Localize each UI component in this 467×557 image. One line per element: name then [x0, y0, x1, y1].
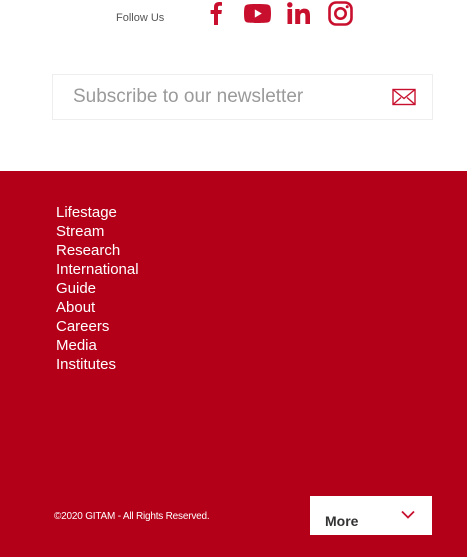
newsletter-email-input[interactable]: [73, 75, 373, 119]
footer-link-institutes[interactable]: Institutes: [56, 355, 139, 374]
footer-link-stream[interactable]: Stream: [56, 222, 139, 241]
more-dropdown-button[interactable]: More: [310, 496, 432, 535]
follow-us-label: Follow Us: [116, 12, 165, 24]
newsletter-submit-button[interactable]: [392, 88, 416, 106]
linkedin-link[interactable]: [286, 0, 312, 26]
newsletter-form: [52, 74, 433, 120]
footer-link-media[interactable]: Media: [56, 336, 139, 355]
youtube-icon: [243, 3, 271, 23]
envelope-icon: [392, 88, 416, 106]
copyright-text: ©2020 GITAM - All Rights Reserved.: [54, 511, 210, 522]
footer-nav: Lifestage Stream Research International …: [56, 203, 139, 374]
footer-link-international[interactable]: International: [56, 260, 139, 279]
facebook-icon: [210, 2, 222, 25]
page: Follow Us Subscribe to our newsletter Li…: [0, 0, 467, 557]
footer-link-careers[interactable]: Careers: [56, 317, 139, 336]
youtube-link[interactable]: [243, 0, 271, 26]
footer-link-about[interactable]: About: [56, 298, 139, 317]
instagram-link[interactable]: [327, 0, 353, 26]
linkedin-icon: [287, 2, 310, 24]
facebook-link[interactable]: [208, 0, 224, 26]
footer-link-lifestage[interactable]: Lifestage: [56, 203, 139, 222]
footer-link-research[interactable]: Research: [56, 241, 139, 260]
more-label: More: [325, 513, 359, 529]
chevron-down-icon: [401, 510, 415, 519]
instagram-icon: [327, 0, 353, 26]
footer: Lifestage Stream Research International …: [0, 171, 467, 557]
footer-link-guide[interactable]: Guide: [56, 279, 139, 298]
